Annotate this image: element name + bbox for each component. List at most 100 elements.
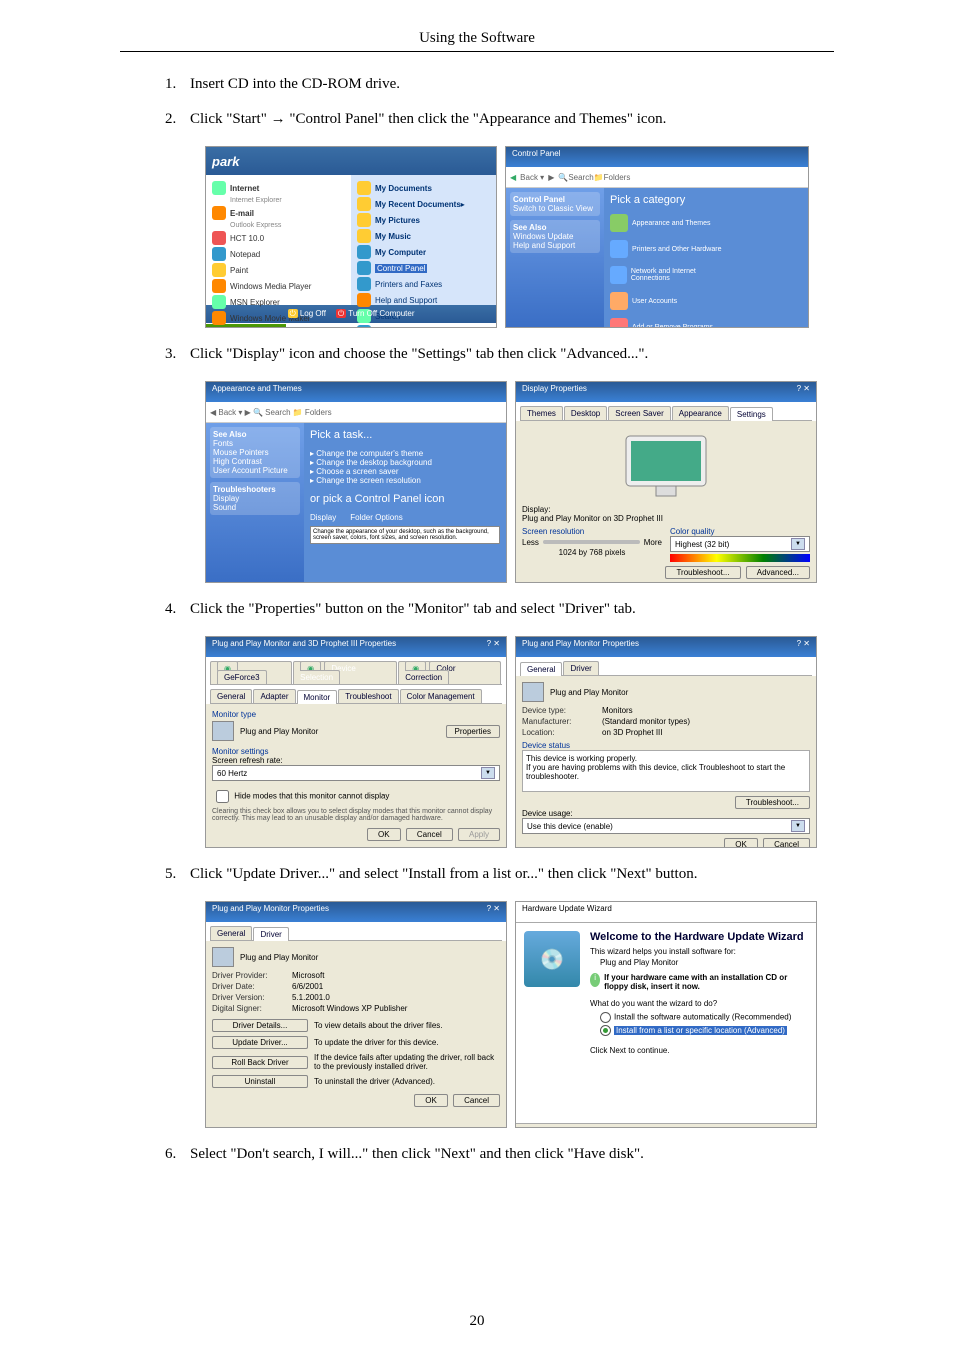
step-6: Select "Don't search, I will..." then cl… xyxy=(180,1146,834,1163)
at-t1[interactable]: ▸ Change the computer's theme xyxy=(310,449,500,458)
cat-user[interactable]: User Accounts xyxy=(610,292,730,310)
chevron-down-icon: ▼ xyxy=(481,767,495,779)
update-driver-button[interactable]: Update Driver... xyxy=(212,1036,308,1049)
start-paint[interactable]: Paint xyxy=(212,263,345,277)
at-hc[interactable]: High Contrast xyxy=(213,457,262,466)
at-t2[interactable]: ▸ Change the desktop background xyxy=(310,458,500,467)
search-icon[interactable]: 🔍 xyxy=(558,173,568,182)
start-help[interactable]: Help and Support xyxy=(357,293,490,307)
start-mypics[interactable]: My Pictures xyxy=(357,213,490,227)
cp-switch-view[interactable]: Switch to Classic View xyxy=(513,204,593,213)
start-hct[interactable]: HCT 10.0 xyxy=(212,231,345,245)
at-disp-link[interactable]: Display xyxy=(213,494,239,503)
troubleshoot-button[interactable]: Troubleshoot... xyxy=(665,566,740,579)
tab-monitor[interactable]: Monitor xyxy=(297,690,338,704)
start-mycomp[interactable]: My Computer xyxy=(357,245,490,259)
turnoff-button[interactable]: ⏻Turn Off Computer xyxy=(336,309,415,319)
tab-adapter[interactable]: Adapter xyxy=(253,689,295,703)
dp-close-icon[interactable]: ? ✕ xyxy=(797,384,810,400)
tab-pd-general[interactable]: General xyxy=(210,926,252,940)
fwd-icon[interactable]: ▶ xyxy=(548,173,554,182)
at-t3[interactable]: ▸ Choose a screen saver xyxy=(310,467,500,476)
refresh-rate-dropdown[interactable]: 60 Hertz▼ xyxy=(212,765,500,781)
start-mydocs[interactable]: My Documents xyxy=(357,181,490,195)
tab-appearance[interactable]: Appearance xyxy=(672,406,729,420)
tab-pd-driver[interactable]: Driver xyxy=(253,927,288,941)
tab-devsel[interactable]: ◉ Device Selection xyxy=(293,661,397,684)
rollback-driver-button[interactable]: Roll Back Driver xyxy=(212,1056,308,1069)
cp-wu-link[interactable]: Windows Update xyxy=(513,232,573,241)
start-notepad[interactable]: Notepad xyxy=(212,247,345,261)
pp-name: Plug and Play Monitor xyxy=(550,688,628,697)
pp-du-label: Device usage: xyxy=(522,809,810,818)
wiz-title: Hardware Update Wizard xyxy=(522,904,612,920)
dp-display-label: Display: xyxy=(522,505,810,514)
uninstall-button[interactable]: Uninstall xyxy=(212,1075,308,1088)
tab-colormgmt[interactable]: Color Management xyxy=(400,689,482,703)
pp-close-icon[interactable]: ? ✕ xyxy=(797,639,810,655)
ok-button-2[interactable]: OK xyxy=(367,828,401,841)
pd-close-icon[interactable]: ? ✕ xyxy=(487,904,500,920)
properties-button[interactable]: Properties xyxy=(446,725,500,738)
dp-title: Display Properties xyxy=(522,384,587,400)
tab-themes[interactable]: Themes xyxy=(520,406,563,420)
troubleshoot-button-2[interactable]: Troubleshoot... xyxy=(735,796,810,809)
tab-colorcorr[interactable]: ◉ Color Correction xyxy=(398,661,501,684)
start-pics-label: My Pictures xyxy=(375,216,420,225)
at-folder-icon[interactable]: Folder Options xyxy=(350,513,402,522)
res-slider[interactable] xyxy=(543,540,640,544)
start-printers-label: Printers and Faxes xyxy=(375,280,442,289)
cat-network[interactable]: Network and Internet Connections xyxy=(610,266,730,284)
at-t4[interactable]: ▸ Change the screen resolution xyxy=(310,476,500,485)
at-fonts[interactable]: Fonts xyxy=(213,439,233,448)
cp-pick-heading: Pick a category xyxy=(610,194,802,206)
apply-button-2[interactable]: Apply xyxy=(458,828,500,841)
at-ua[interactable]: User Account Picture xyxy=(213,466,288,475)
tab-screensaver[interactable]: Screen Saver xyxy=(608,406,670,420)
back-icon[interactable]: ◀ xyxy=(510,173,516,182)
tab-pp-driver[interactable]: Driver xyxy=(563,661,598,675)
tab-settings[interactable]: Settings xyxy=(730,407,773,421)
folders-icon[interactable]: 📁 xyxy=(594,173,604,182)
cat-addremove[interactable]: Add or Remove Programs xyxy=(610,318,730,328)
ok-button-3[interactable]: OK xyxy=(724,838,758,848)
device-usage-dropdown[interactable]: Use this device (enable)▼ xyxy=(522,818,810,834)
tab-troubleshoot[interactable]: Troubleshoot xyxy=(338,689,398,703)
tab-pp-general[interactable]: General xyxy=(520,662,562,676)
dp-cq-dropdown[interactable]: Highest (32 bit)▼ xyxy=(670,536,810,552)
tab-gf3[interactable]: ◉ GeForce3 xyxy=(210,661,292,684)
cancel-button-4[interactable]: Cancel xyxy=(453,1094,500,1107)
logoff-button[interactable]: ⏻Log Off xyxy=(288,309,326,319)
cp-hs-link[interactable]: Help and Support xyxy=(513,241,575,250)
start-controlpanel[interactable]: Control Panel xyxy=(357,261,490,275)
pd-dp-l: Driver Provider: xyxy=(212,971,292,980)
start-wmp[interactable]: Windows Media Player xyxy=(212,279,345,293)
ok-button-4[interactable]: OK xyxy=(414,1094,448,1107)
wiz-opt2[interactable]: Install from a list or specific location… xyxy=(600,1025,808,1036)
cancel-button-3[interactable]: Cancel xyxy=(763,838,810,848)
cancel-button-2[interactable]: Cancel xyxy=(406,828,453,841)
cat-printers[interactable]: Printers and Other Hardware xyxy=(610,240,730,258)
start-email[interactable]: E-mail xyxy=(212,206,345,220)
page-header: Using the Software xyxy=(120,30,834,51)
advanced-button[interactable]: Advanced... xyxy=(746,566,810,579)
start-mymusic[interactable]: My Music xyxy=(357,229,490,243)
start-printers[interactable]: Printers and Faxes xyxy=(357,277,490,291)
start-run[interactable]: Run... xyxy=(357,325,490,328)
at-display-icon[interactable]: Display xyxy=(310,513,336,522)
hide-modes-checkbox[interactable] xyxy=(216,790,229,803)
wiz-opt1[interactable]: Install the software automatically (Reco… xyxy=(600,1012,808,1023)
mp-close-icon[interactable]: ? ✕ xyxy=(487,639,500,655)
at-sound-link[interactable]: Sound xyxy=(213,503,236,512)
tab-general[interactable]: General xyxy=(210,689,252,703)
pd-note1: To view details about the driver files. xyxy=(314,1021,500,1030)
start-msn[interactable]: MSN Explorer xyxy=(212,295,345,309)
tab-desktop[interactable]: Desktop xyxy=(564,406,607,420)
start-internet[interactable]: Internet xyxy=(212,181,345,195)
at-mouse[interactable]: Mouse Pointers xyxy=(213,448,269,457)
cat-appearance[interactable]: Appearance and Themes xyxy=(610,214,730,232)
driver-details-button[interactable]: Driver Details... xyxy=(212,1019,308,1032)
pd-name: Plug and Play Monitor xyxy=(240,953,318,962)
start-allprograms[interactable]: All Programs ▶ xyxy=(212,327,345,328)
start-recent[interactable]: My Recent Documents ▸ xyxy=(357,197,490,211)
